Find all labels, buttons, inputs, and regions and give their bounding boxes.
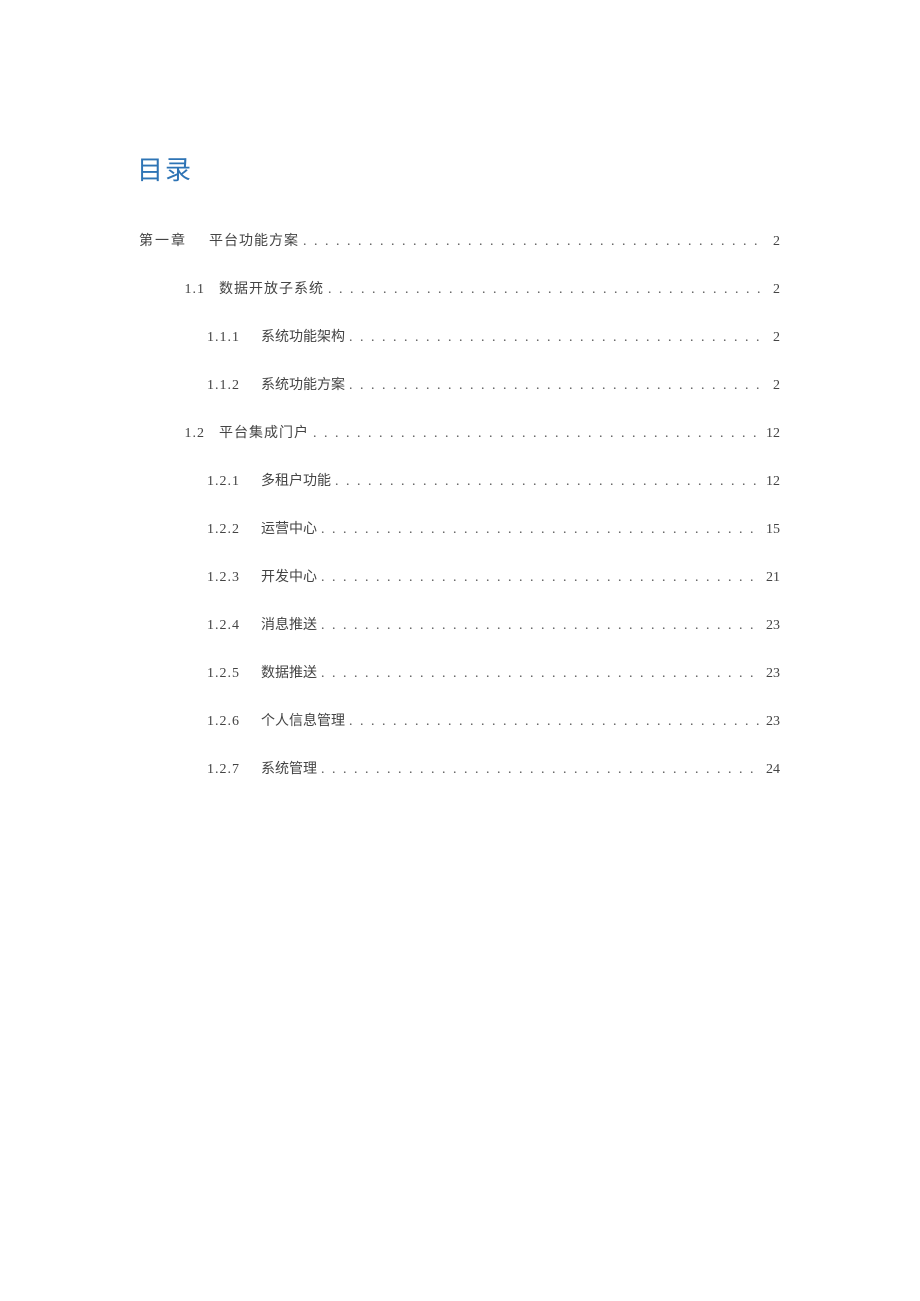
- toc-title-text: 多租户功能: [261, 475, 331, 489]
- toc-page: 2: [762, 235, 780, 249]
- toc-page: 2: [762, 283, 780, 297]
- toc-page: 12: [762, 475, 780, 489]
- toc-page: 12: [762, 427, 780, 441]
- toc-title-text: 系统功能方案: [261, 379, 345, 393]
- toc-entry: 1.2 平台集成门户 12: [135, 427, 780, 441]
- toc-leader: [317, 619, 762, 633]
- toc-title-text: 系统功能架构: [261, 331, 345, 345]
- toc-entry: 1.1.2 系统功能方案 2: [135, 379, 780, 393]
- toc-entry: 1.1.1 系统功能架构 2: [135, 331, 780, 345]
- toc-page: 2: [762, 331, 780, 345]
- toc-page: 24: [762, 763, 780, 777]
- toc-title-text: 个人信息管理: [261, 715, 345, 729]
- toc-number: 1.2: [171, 427, 219, 441]
- toc-leader: [345, 331, 762, 345]
- toc-leader: [331, 475, 762, 489]
- toc-title-text: 运营中心: [261, 523, 317, 537]
- toc-number: 1.1: [171, 283, 219, 297]
- toc-entry: 1.2.4 消息推送 23: [135, 619, 780, 633]
- toc-page: 15: [762, 523, 780, 537]
- toc-page: 21: [762, 571, 780, 585]
- document-page: 目录 第一章 平台功能方案 2 1.1 数据开放子系统 2 1.1.1 系统功能…: [0, 0, 920, 1301]
- toc-entry: 1.2.7 系统管理 24: [135, 763, 780, 777]
- toc-list: 第一章 平台功能方案 2 1.1 数据开放子系统 2 1.1.1 系统功能架构 …: [135, 235, 780, 777]
- toc-page: 23: [762, 715, 780, 729]
- toc-title-text: 系统管理: [261, 763, 317, 777]
- toc-leader: [317, 667, 762, 681]
- toc-number: 第一章: [139, 235, 209, 249]
- toc-title-text: 数据开放子系统: [219, 283, 324, 297]
- toc-number: 1.2.7: [207, 763, 261, 777]
- toc-number: 1.2.3: [207, 571, 261, 585]
- toc-entry: 1.2.5 数据推送 23: [135, 667, 780, 681]
- toc-number: 1.2.4: [207, 619, 261, 633]
- toc-leader: [317, 763, 762, 777]
- toc-page: 23: [762, 667, 780, 681]
- toc-leader: [345, 379, 762, 393]
- toc-leader: [317, 523, 762, 537]
- toc-title-text: 数据推送: [261, 667, 317, 681]
- toc-number: 1.2.5: [207, 667, 261, 681]
- toc-number: 1.2.1: [207, 475, 261, 489]
- toc-leader: [299, 235, 762, 249]
- toc-leader: [345, 715, 762, 729]
- toc-entry: 1.2.6 个人信息管理 23: [135, 715, 780, 729]
- toc-title-text: 平台集成门户: [219, 427, 309, 441]
- toc-page: 2: [762, 379, 780, 393]
- toc-number: 1.2.6: [207, 715, 261, 729]
- toc-title-text: 开发中心: [261, 571, 317, 585]
- toc-entry: 1.2.2 运营中心 15: [135, 523, 780, 537]
- toc-leader: [317, 571, 762, 585]
- toc-entry: 1.2.1 多租户功能 12: [135, 475, 780, 489]
- toc-title-text: 平台功能方案: [209, 235, 299, 249]
- toc-leader: [309, 427, 762, 441]
- toc-entry: 第一章 平台功能方案 2: [135, 235, 780, 249]
- toc-number: 1.2.2: [207, 523, 261, 537]
- toc-entry: 1.1 数据开放子系统 2: [135, 283, 780, 297]
- toc-number: 1.1.2: [207, 379, 261, 393]
- toc-entry: 1.2.3 开发中心 21: [135, 571, 780, 585]
- toc-title-text: 消息推送: [261, 619, 317, 633]
- toc-number: 1.1.1: [207, 331, 261, 345]
- toc-heading: 目录: [137, 150, 780, 187]
- toc-page: 23: [762, 619, 780, 633]
- toc-leader: [324, 283, 762, 297]
